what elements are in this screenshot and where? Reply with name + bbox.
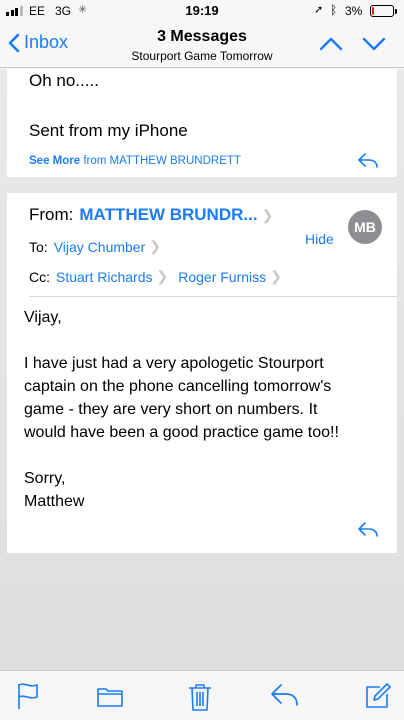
- chevron-right-icon: ❯: [270, 268, 282, 284]
- message-card-previous[interactable]: Oh no..... Sent from my iPhone See More …: [7, 69, 397, 177]
- chevron-up-icon: [319, 37, 343, 51]
- body-line: captain on the phone cancelling tomorrow…: [24, 378, 332, 395]
- trash-icon[interactable]: [187, 682, 213, 717]
- message-body: Vijay, I have just had a very apologetic…: [24, 306, 384, 513]
- avatar: MB: [348, 210, 382, 244]
- bottom-toolbar: [0, 670, 404, 720]
- body-line: Matthew: [24, 493, 85, 510]
- battery-icon: [370, 5, 397, 17]
- recipient-cc[interactable]: Stuart Richards: [56, 269, 152, 285]
- message-thread[interactable]: Oh no..... Sent from my iPhone See More …: [0, 69, 404, 670]
- body-line: Vijay,: [24, 309, 62, 326]
- body-blank-line: [24, 444, 384, 467]
- status-bar: EE 3G ✳ 19:19 ➚ ᛒ 3%: [0, 0, 404, 22]
- previous-message-button[interactable]: [319, 36, 343, 57]
- message-card-current: From: MATTHEW BRUNDR... ❯ To: Vijay Chum…: [7, 193, 397, 553]
- body-line: game - they are very short on numbers. I…: [24, 401, 318, 418]
- recipient-to[interactable]: Vijay Chumber: [54, 239, 146, 255]
- from-label: From:: [29, 205, 74, 224]
- body-line: would have been a good practice game too…: [24, 424, 339, 441]
- chevron-right-icon: ❯: [149, 238, 161, 254]
- reply-icon[interactable]: [357, 521, 379, 542]
- folder-icon[interactable]: [96, 682, 124, 715]
- next-message-button[interactable]: [362, 36, 386, 57]
- divider: [29, 296, 397, 297]
- chevron-right-icon: ❯: [261, 206, 274, 223]
- thread-count-title: 3 Messages: [157, 28, 247, 45]
- battery-percent: 3%: [345, 4, 363, 18]
- status-time: 19:19: [185, 3, 219, 18]
- chevron-down-icon: [362, 37, 386, 51]
- recipient-cc[interactable]: Roger Furniss: [178, 269, 266, 285]
- see-more-label: See More: [29, 155, 81, 167]
- navigation-bar: Inbox 3 Messages Stourport Game Tomorrow: [0, 22, 404, 68]
- to-row: To: Vijay Chumber ❯: [29, 238, 161, 255]
- location-icon: ➚: [314, 4, 324, 16]
- bluetooth-icon: ᛒ: [330, 3, 338, 17]
- reply-icon[interactable]: [270, 682, 300, 713]
- reply-icon[interactable]: [357, 152, 379, 173]
- sender-name[interactable]: MATTHEW BRUNDR...: [79, 205, 257, 225]
- cc-row: Cc: Stuart Richards ❯ Roger Furniss ❯: [29, 268, 282, 285]
- body-line: I have just had a very apologetic Stourp…: [24, 355, 324, 372]
- see-more-link[interactable]: See More from MATTHEW BRUNDRETT: [29, 155, 241, 167]
- compose-icon[interactable]: [364, 682, 392, 715]
- message-signature: Sent from my iPhone: [29, 121, 188, 140]
- hide-details-button[interactable]: Hide: [305, 231, 334, 247]
- chevron-right-icon: ❯: [156, 268, 169, 284]
- to-label: To:: [29, 238, 48, 255]
- thread-subject: Stourport Game Tomorrow: [131, 49, 273, 63]
- from-row: From: MATTHEW BRUNDR... ❯: [29, 205, 273, 225]
- message-text-line: Oh no.....: [29, 71, 99, 90]
- body-line: Sorry,: [24, 470, 66, 487]
- see-more-sender: from MATTHEW BRUNDRETT: [83, 155, 241, 167]
- body-blank-line: [24, 329, 384, 352]
- flag-icon[interactable]: [16, 682, 40, 715]
- cc-label: Cc:: [29, 268, 50, 285]
